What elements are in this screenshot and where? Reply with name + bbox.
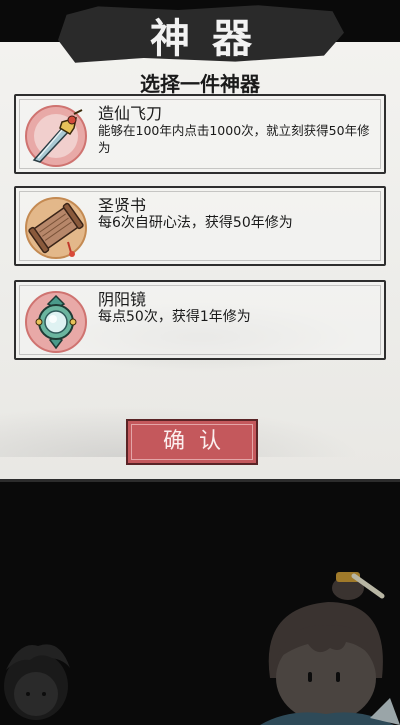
scroll-icon — [24, 196, 88, 260]
artifact-description: 每6次自研心法，获得50年修为 — [98, 215, 293, 231]
character-left-portrait — [0, 630, 80, 725]
artifact-description: 每点50次，获得1年修为 — [98, 309, 251, 325]
artifact-description: 能够在100年内点击1000次，就立刻获得50年修为 — [98, 123, 370, 155]
artifact-card-yin-yang-mirror[interactable]: 阴阳镜 每点50次，获得1年修为 — [14, 280, 386, 360]
page-title: 神器 — [150, 15, 274, 62]
character-right-portrait — [250, 568, 400, 725]
jade-mirror-icon — [24, 290, 88, 354]
title-banner: 神器 — [58, 5, 344, 63]
subtitle: 选择一件神器 — [140, 72, 260, 96]
artifact-card-sage-book[interactable]: 圣贤书 每6次自研心法，获得50年修为 — [14, 186, 386, 266]
confirm-button[interactable]: 确认 — [126, 419, 258, 465]
artifact-card-flying-sword[interactable]: 造仙飞刀 能够在100年内点击1000次，就立刻获得50年修为 — [14, 94, 386, 174]
artifact-name: 圣贤书 — [98, 196, 147, 215]
artifact-name: 阴阳镜 — [98, 290, 147, 309]
artifact-name: 造仙飞刀 — [98, 104, 163, 123]
flying-sword-icon — [24, 104, 88, 168]
